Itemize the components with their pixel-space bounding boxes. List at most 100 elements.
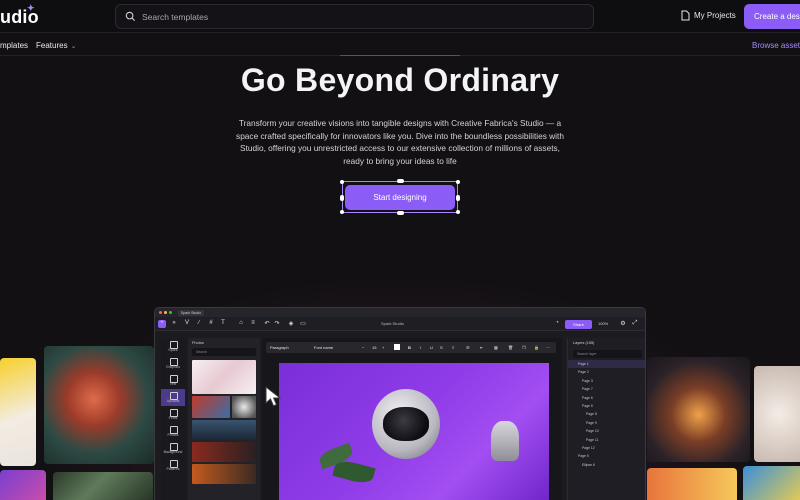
comment-icon: ▭ (300, 321, 306, 327)
layer-row: Page 2 (578, 370, 589, 375)
list-icon: ☰ (466, 345, 470, 350)
expand-icon: ⤢ (632, 320, 638, 326)
nav-features-label: Features (36, 41, 68, 50)
layers-icon: ◈ (288, 321, 294, 327)
assets-panel: Photos Search (188, 338, 260, 500)
nav-templates[interactable]: mplates (0, 41, 28, 50)
vector-icon: V (184, 320, 189, 326)
sidebar-item-spark: Spark (161, 338, 185, 355)
photo-text-effect (0, 470, 46, 500)
document-icon (681, 10, 690, 21)
sidebar-item-patterns: Patterns (161, 457, 185, 474)
layer-row: Page 12 (582, 445, 595, 450)
strikethrough-icon: S (440, 345, 443, 350)
studio-app-mockup: Spark Studio + » V ∕ # T ⌂ ≡ ↶ ↷ ◈ ▭ Spa… (154, 307, 646, 500)
photo-leaves (53, 472, 153, 500)
chevron-down-icon: ⌄ (70, 43, 77, 50)
panel-title: Photos (192, 341, 204, 345)
thumb-butterflies (192, 396, 230, 418)
thumb-sunset (192, 464, 256, 484)
layer-row: Ellipse 6 (582, 462, 595, 467)
studio-logo[interactable]: udio ✦ (0, 3, 39, 28)
maximize-dot (169, 311, 172, 314)
font-select: Font name (314, 345, 334, 350)
search-box[interactable] (115, 4, 594, 29)
layers-search: Search layer (573, 350, 642, 358)
panel-search: Search (192, 348, 256, 356)
top-bar: udio ✦ My Projects Create a design (0, 0, 800, 33)
undo-icon: ↶ (264, 321, 270, 327)
nav-features[interactable]: Features ⌄ (36, 41, 76, 50)
selection-handle (456, 180, 460, 184)
thumb-dog (232, 396, 256, 418)
layer-row: Page 5 (578, 454, 589, 459)
trash-icon: 🗑 (508, 345, 514, 350)
layer-row: Page 7 (582, 387, 593, 392)
app-title: Spark Studio (381, 321, 404, 326)
nav-browse-assets[interactable]: Browse assets (752, 41, 800, 50)
hero-title: Go Beyond Ordinary (240, 62, 560, 98)
layer-row: Page 5 (582, 403, 593, 408)
my-projects-link[interactable]: My Projects (681, 10, 736, 21)
thumb-red (192, 442, 256, 462)
sub-navigation: mplates Features ⌄ Browse assets (0, 34, 800, 56)
settings-icon: ⚙ (620, 321, 626, 327)
pen-icon: ∕ (198, 320, 200, 326)
thumb-cherry-blossom (192, 360, 256, 394)
text-tool-icon: T (221, 320, 225, 326)
underline-icon: U (430, 345, 433, 350)
photo-dance-poster (0, 358, 36, 466)
selection-handle (397, 179, 404, 183)
plant-leaf (332, 458, 376, 486)
size-minus: − (362, 345, 365, 350)
photo-child (647, 468, 737, 500)
selection-handle (340, 210, 344, 214)
sidebar-item-uploads: Uploads (161, 389, 185, 406)
selection-handle (456, 195, 460, 201)
share-button: Share (565, 320, 592, 329)
history-icon: ◔ (555, 320, 559, 326)
effects-icon: ▦ (494, 345, 498, 350)
nav-underline (340, 55, 460, 56)
photo-colorful (743, 466, 800, 500)
sidebar-item-text: Text (161, 372, 185, 389)
astronaut-visor (383, 407, 429, 441)
selection-handle (456, 210, 460, 214)
sidebar-item-fonts: Fonts (161, 406, 185, 423)
thumbnail-grid (192, 360, 256, 500)
browser-tab: Spark Studio (178, 309, 205, 316)
selection-handle (340, 180, 344, 184)
sidebar-item-photos: Photos (161, 423, 185, 440)
sidebar-item-graphics: Graphics (161, 355, 185, 372)
redo-icon: ↷ (274, 321, 280, 327)
search-input[interactable] (142, 9, 582, 25)
layer-row: Page 10 (586, 429, 599, 434)
size-plus: + (382, 345, 385, 350)
layer-row: Page 1 (568, 360, 645, 369)
add-icon: + (158, 320, 166, 328)
paragraph-select: Paragraph (270, 345, 289, 350)
layer-row: Page 6 (582, 395, 593, 400)
frame-icon: # (209, 320, 213, 326)
close-dot (159, 311, 162, 314)
text-toolbar: Paragraph Font name − 15 + B I U S ≡ ☰ ⇤… (266, 342, 556, 353)
hero-subtitle: Transform your creative visions into tan… (236, 118, 564, 166)
layer-row: Page 3 (582, 378, 593, 383)
create-design-button[interactable]: Create a design (744, 4, 800, 29)
search-icon (125, 11, 136, 22)
selection-handle (340, 195, 344, 201)
layers-title: Layers (155) (573, 341, 595, 345)
italic-icon: I (420, 345, 422, 350)
layer-row: Page 8 (586, 412, 597, 417)
thumb-ocean (192, 420, 256, 440)
my-projects-label: My Projects (694, 11, 736, 20)
layer-row: Page 11 (586, 437, 599, 442)
start-designing-button[interactable]: Start designing (345, 185, 455, 210)
app-toolbar: + » V ∕ # T ⌂ ≡ ↶ ↷ ◈ ▭ Spark Studio ◔ S… (155, 317, 645, 331)
duplicate-icon: ❐ (522, 345, 526, 350)
canvas-area: Paragraph Font name − 15 + B I U S ≡ ☰ ⇤… (262, 338, 562, 500)
align-icon: ≡ (452, 345, 455, 350)
minimize-dot (164, 311, 167, 314)
zoom-level: 100% (598, 321, 609, 326)
photo-isometric-castle (647, 357, 750, 462)
